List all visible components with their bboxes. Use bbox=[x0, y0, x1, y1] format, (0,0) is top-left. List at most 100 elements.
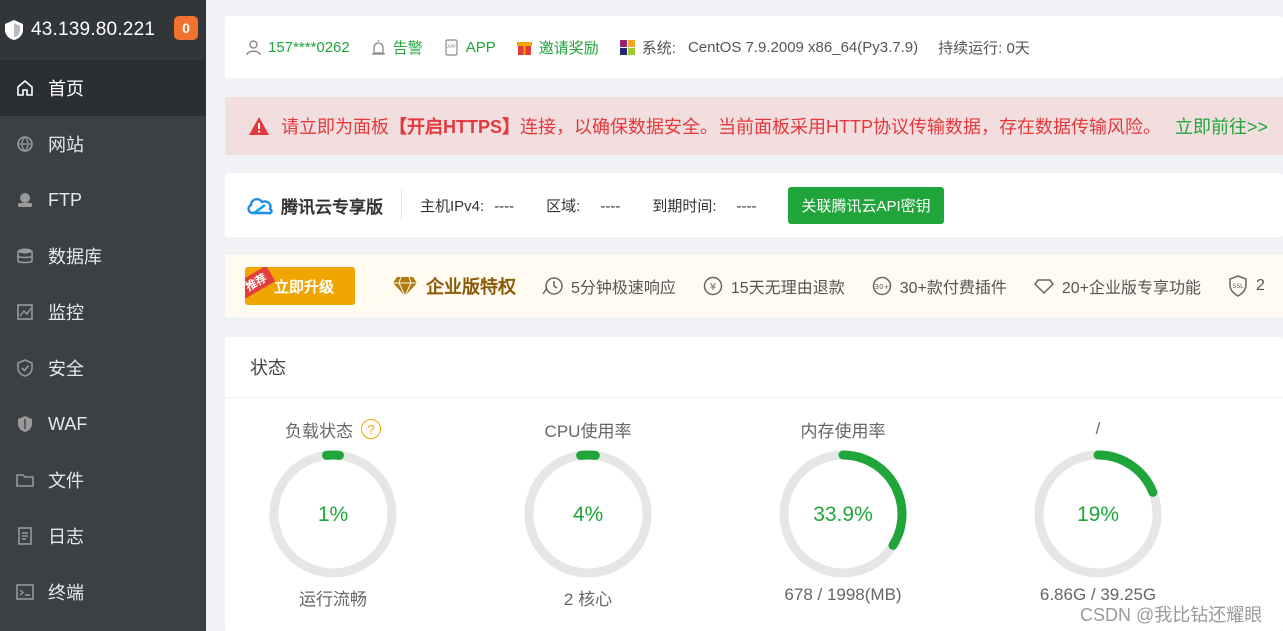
region-field: 区域: ---- bbox=[546, 195, 620, 216]
sidebar-item-label: 安全 bbox=[48, 359, 84, 379]
gauge-ring: 4% bbox=[524, 450, 652, 578]
centos-icon bbox=[619, 39, 635, 55]
ipv4-label: 主机IPv4: bbox=[420, 197, 485, 215]
user-account[interactable]: 157****0262 bbox=[245, 39, 350, 56]
sidebar-item-label: 网站 bbox=[48, 135, 84, 155]
recommend-tag: 推荐 bbox=[245, 267, 276, 299]
invite-link[interactable]: 邀请奖励 bbox=[516, 37, 599, 58]
sidebar-header: 43.139.80.221 0 bbox=[0, 0, 206, 60]
tencent-logo: 腾讯云专享版 bbox=[245, 193, 383, 218]
region-label: 区域: bbox=[546, 197, 581, 215]
sidebar-item-label: 首页 bbox=[48, 79, 84, 99]
gauge-label: 内存使用率 bbox=[800, 421, 886, 441]
expire-label: 到期时间: bbox=[652, 197, 717, 215]
server-ip[interactable]: 43.139.80.221 bbox=[31, 19, 155, 41]
disk-gauge[interactable]: / 19% 6.86G / 39.25G bbox=[1023, 416, 1173, 605]
memory-gauge[interactable]: 内存使用率 33.9% 678 / 1998(MB) bbox=[768, 416, 918, 605]
feature-item: 5分钟极速响应 bbox=[542, 274, 676, 298]
sidebar-item-monitor[interactable]: 监控 bbox=[0, 284, 206, 340]
app-label: APP bbox=[465, 38, 496, 56]
gauge-label-row: 内存使用率 bbox=[768, 416, 918, 442]
sidebar-item-label: 终端 bbox=[48, 583, 84, 603]
sidebar-item-database[interactable]: 数据库 bbox=[0, 228, 206, 284]
gauge-label-row: CPU使用率 bbox=[513, 416, 663, 442]
sidebar-item-label: FTP bbox=[48, 189, 82, 210]
alarm-label: 告警 bbox=[392, 39, 423, 57]
user-icon bbox=[246, 39, 261, 55]
sidebar-item-label: 数据库 bbox=[48, 247, 102, 267]
server-shield-icon bbox=[4, 19, 24, 41]
enterprise-title: 企业版特权 bbox=[392, 273, 516, 299]
gauge-label: / bbox=[1095, 419, 1101, 438]
feature-label: 30+款付费插件 bbox=[899, 280, 1007, 297]
sidebar-item-logs[interactable]: 日志 bbox=[0, 508, 206, 564]
sidebar-item-website[interactable]: 网站 bbox=[0, 116, 206, 172]
gauge-label: CPU使用率 bbox=[544, 421, 632, 441]
sidebar-item-label: 文件 bbox=[48, 471, 84, 491]
feature-item: 20+企业版专享功能 bbox=[1033, 274, 1201, 298]
alarm-link[interactable]: 告警 bbox=[370, 37, 423, 58]
enterprise-title-text: 企业版特权 bbox=[426, 277, 516, 297]
enterprise-bar: 推荐 立即升级 企业版特权 5分钟极速响应 ¥ 15天无理由退款 30+ 30+… bbox=[225, 255, 1283, 317]
gauge-footer: 678 / 1998(MB) bbox=[784, 585, 902, 604]
feature-item: ¥ 15天无理由退款 bbox=[702, 274, 845, 298]
system-label: 系统: bbox=[641, 39, 676, 57]
invite-label: 邀请奖励 bbox=[538, 39, 599, 57]
system-info: 系统: CentOS 7.9.2009 x86_64(Py3.7.9) bbox=[619, 37, 918, 58]
notification-badge[interactable]: 0 bbox=[174, 16, 198, 40]
feature-item: SSL 2 bbox=[1227, 275, 1265, 297]
folder-icon bbox=[15, 470, 35, 490]
system-value: CentOS 7.9.2009 x86_64(Py3.7.9) bbox=[687, 38, 919, 56]
sidebar-item-files[interactable]: 文件 bbox=[0, 452, 206, 508]
alert-go-link[interactable]: 立即前往>> bbox=[1175, 113, 1268, 139]
gauge-footer: 2 核心 bbox=[563, 590, 613, 609]
status-title: 状态 bbox=[225, 337, 1283, 398]
sidebar-item-terminal[interactable]: 终端 bbox=[0, 564, 206, 620]
feature-item: 30+ 30+款付费插件 bbox=[871, 274, 1007, 298]
svg-text:¥: ¥ bbox=[710, 282, 716, 293]
link-tencent-api-button[interactable]: 关联腾讯云API密钥 bbox=[788, 186, 944, 224]
ipv4-value: ---- bbox=[494, 197, 515, 215]
log-icon bbox=[15, 526, 35, 546]
cpu-gauge[interactable]: CPU使用率 4% 2 核心 bbox=[513, 416, 663, 610]
gauge-label: 负载状态 bbox=[285, 421, 353, 441]
gauge-ring: 1% bbox=[269, 450, 397, 578]
shield-icon bbox=[15, 358, 35, 378]
feature-label: 20+企业版专享功能 bbox=[1061, 280, 1202, 297]
feature-label: 15天无理由退款 bbox=[730, 280, 845, 297]
help-icon[interactable]: ? bbox=[361, 419, 381, 439]
gauge-value: 19% bbox=[1077, 503, 1119, 526]
uptime: 持续运行: 0天 bbox=[938, 39, 1030, 57]
home-icon bbox=[15, 78, 35, 98]
expire-field: 到期时间: ---- bbox=[652, 195, 756, 216]
https-alert: 请立即为面板 【开启HTTPS】 连接，以确保数据安全。当前面板采用HTTP协议… bbox=[225, 97, 1283, 155]
warning-icon bbox=[249, 117, 269, 135]
app-link[interactable]: APP APP bbox=[443, 39, 496, 56]
svg-text:30+: 30+ bbox=[874, 283, 889, 291]
sidebar: 43.139.80.221 0 首页 网站 FTP 数据库 监控 安全 WAF … bbox=[0, 0, 206, 631]
fast-response-icon bbox=[542, 277, 563, 295]
status-panel: 状态 负载状态 ? 1% 运行流畅 CPU使用率 4% 2 核心 内存使用率 3… bbox=[225, 337, 1283, 631]
sidebar-item-label: 日志 bbox=[48, 527, 84, 547]
feature-label: 2 bbox=[1256, 277, 1265, 294]
sidebar-item-label: 监控 bbox=[48, 303, 84, 323]
svg-text:SSL: SSL bbox=[1233, 283, 1245, 290]
monitor-icon bbox=[15, 302, 35, 322]
ssl-icon: SSL bbox=[1229, 275, 1247, 297]
divider bbox=[401, 190, 402, 220]
sidebar-item-waf[interactable]: WAF bbox=[0, 396, 206, 452]
refund-icon: ¥ bbox=[703, 276, 723, 296]
gauge-ring: 19% bbox=[1034, 450, 1162, 578]
upgrade-button[interactable]: 推荐 立即升级 bbox=[245, 267, 355, 305]
sidebar-item-home[interactable]: 首页 bbox=[0, 60, 206, 116]
user-phone: 157****0262 bbox=[268, 38, 350, 56]
alert-highlight: 【开启HTTPS】 bbox=[389, 117, 521, 137]
load-gauge[interactable]: 负载状态 ? 1% 运行流畅 bbox=[258, 416, 408, 610]
diamond-icon bbox=[393, 276, 417, 297]
sidebar-item-security[interactable]: 安全 bbox=[0, 340, 206, 396]
tencent-cloud-icon bbox=[247, 197, 273, 215]
watermark: CSDN @我比钻还耀眼 bbox=[1080, 605, 1263, 625]
waf-icon bbox=[15, 414, 35, 434]
sidebar-item-ftp[interactable]: FTP bbox=[0, 172, 206, 228]
gauge-value: 1% bbox=[318, 503, 348, 526]
